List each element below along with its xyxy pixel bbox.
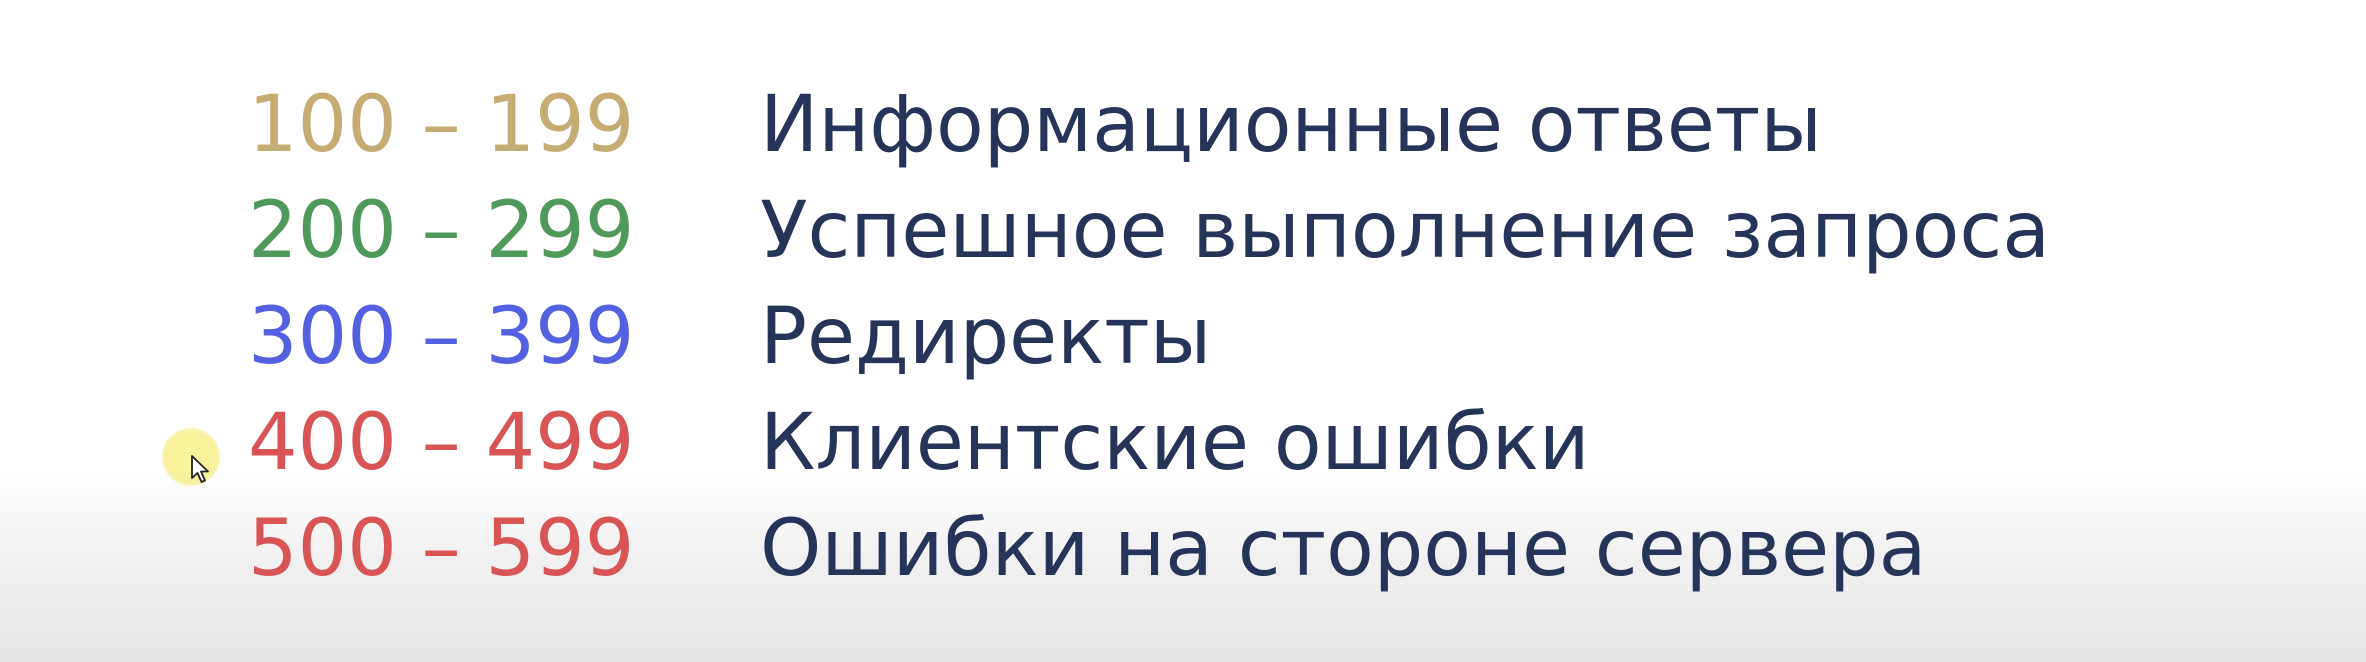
- status-description-2xx: Успешное выполнение запроса: [760, 186, 2051, 276]
- status-range-3xx: 300 – 399: [248, 292, 635, 382]
- mouse-pointer-icon: [191, 455, 209, 483]
- status-row-5xx: 500 – 599 Ошибки на стороне сервера: [0, 496, 2366, 602]
- status-range-2xx: 200 – 299: [248, 186, 635, 276]
- status-description-4xx: Клиентские ошибки: [760, 398, 1590, 488]
- status-description-5xx: Ошибки на стороне сервера: [760, 504, 1927, 594]
- status-row-2xx: 200 – 299 Успешное выполнение запроса: [0, 178, 2366, 284]
- status-description-1xx: Информационные ответы: [760, 80, 1822, 170]
- status-row-4xx: 400 – 499 Клиентские ошибки: [0, 390, 2366, 496]
- status-row-1xx: 100 – 199 Информационные ответы: [0, 72, 2366, 178]
- status-codes-slide: 100 – 199 Информационные ответы 200 – 29…: [0, 0, 2366, 662]
- status-description-3xx: Редиректы: [760, 292, 1212, 382]
- status-range-1xx: 100 – 199: [248, 80, 635, 170]
- status-row-3xx: 300 – 399 Редиректы: [0, 284, 2366, 390]
- status-range-5xx: 500 – 599: [248, 504, 635, 594]
- status-range-4xx: 400 – 499: [248, 398, 635, 488]
